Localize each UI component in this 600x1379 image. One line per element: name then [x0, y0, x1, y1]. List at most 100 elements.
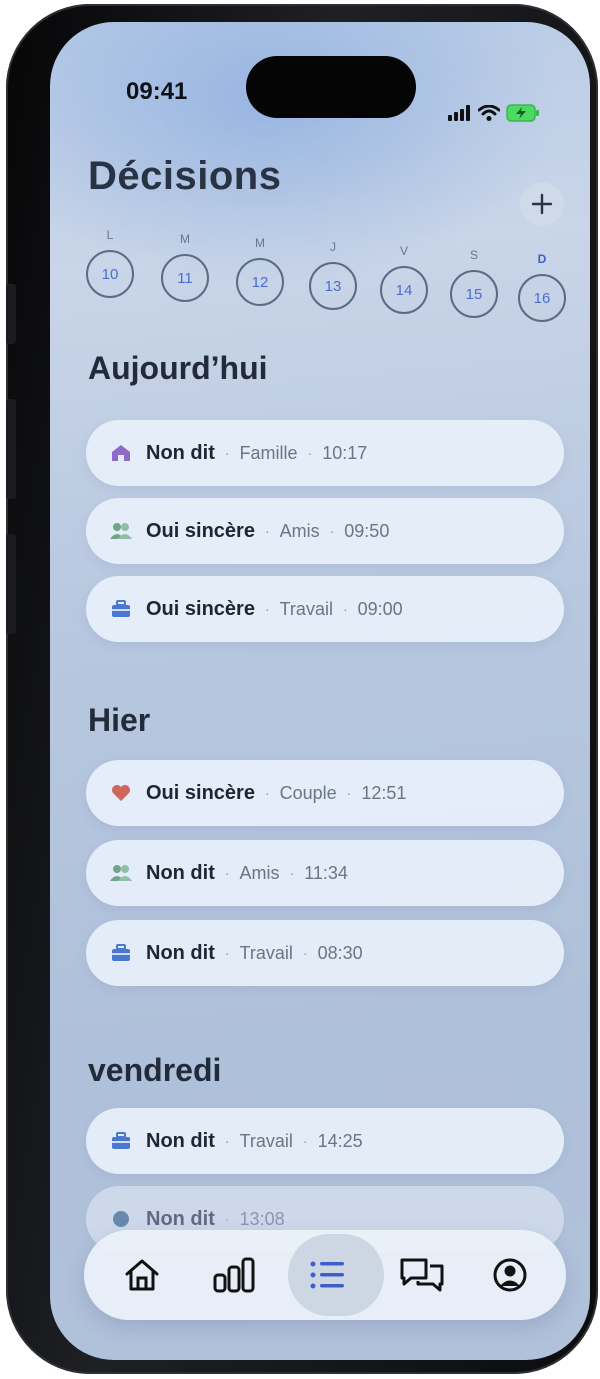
house-icon [110, 442, 132, 464]
separator-dot: · [224, 445, 230, 461]
separator-dot: · [329, 523, 335, 539]
people-icon [110, 520, 132, 542]
plus-icon [531, 193, 553, 215]
briefcase-icon [110, 598, 132, 620]
tab-list[interactable] [280, 1230, 384, 1320]
decision-time: 14:25 [317, 1130, 363, 1151]
briefcase-icon [110, 1130, 132, 1152]
day-number: 16 [518, 274, 566, 322]
status-icons [448, 104, 540, 122]
separator-dot: · [346, 785, 352, 801]
decision-item[interactable]: Non dit · Travail · 08:30 [86, 920, 564, 986]
decision-title: Oui sincère [146, 519, 255, 542]
day-wednesday[interactable]: M 12 [236, 236, 284, 306]
decision-category: Couple [279, 782, 337, 803]
dot-icon [110, 1208, 132, 1230]
tab-stats[interactable] [186, 1230, 282, 1320]
section-title-yesterday: Hier [88, 702, 151, 738]
signal-icon [448, 105, 470, 121]
decision-title: Non dit [146, 441, 215, 464]
tab-bar [84, 1230, 566, 1320]
separator-dot: · [224, 865, 230, 881]
day-label: J [330, 240, 336, 254]
battery-icon [506, 104, 539, 122]
side-button [6, 284, 16, 344]
decision-time: 10:17 [322, 442, 368, 463]
day-label: S [469, 248, 478, 262]
decision-title: Oui sincère [146, 597, 255, 620]
day-number: 11 [161, 254, 209, 302]
separator-dot: · [264, 601, 270, 617]
day-saturday[interactable]: S 15 [450, 248, 498, 318]
add-button[interactable] [520, 182, 564, 226]
side-button [6, 534, 16, 634]
decision-time: 08:30 [317, 942, 363, 963]
decision-time: 09:50 [344, 520, 390, 541]
separator-dot: · [289, 865, 295, 881]
day-number: 13 [309, 262, 357, 310]
decision-title: Non dit [146, 1129, 215, 1152]
separator-dot: · [302, 945, 308, 961]
day-label: L [106, 228, 114, 242]
section-title-today: Aujourd’hui [88, 350, 268, 386]
decision-category: Travail [239, 1130, 293, 1151]
separator-dot: · [224, 1133, 230, 1149]
decision-item[interactable]: Oui sincère · Couple · 12:51 [86, 760, 564, 826]
decision-time: 12:51 [361, 782, 407, 803]
day-label: M [180, 232, 190, 246]
heart-icon [110, 782, 132, 804]
day-thursday[interactable]: J 13 [309, 240, 357, 310]
day-sunday[interactable]: D 16 [518, 252, 566, 322]
day-label: V [399, 244, 408, 258]
home-icon [125, 1259, 159, 1291]
decision-title: Non dit [146, 861, 215, 884]
tab-chat[interactable] [374, 1230, 470, 1320]
separator-dot: · [264, 523, 270, 539]
decision-category: Travail [239, 942, 293, 963]
day-friday[interactable]: V 14 [380, 244, 428, 314]
dynamic-island [246, 56, 416, 118]
tab-home[interactable] [94, 1230, 190, 1320]
day-tuesday[interactable]: M 11 [161, 232, 209, 302]
wifi-icon [478, 105, 500, 121]
separator-dot: · [264, 785, 270, 801]
separator-dot: · [342, 601, 348, 617]
decision-item[interactable]: Non dit · Famille · 10:17 [86, 420, 564, 486]
decision-category: Amis [279, 520, 320, 541]
decision-time: 09:00 [357, 598, 403, 619]
day-label: D [537, 252, 547, 266]
day-monday[interactable]: L 10 [86, 228, 134, 298]
decision-title: Oui sincère [146, 781, 255, 804]
day-number: 14 [380, 266, 428, 314]
decision-title: Non dit [146, 1207, 215, 1230]
chat-icon [400, 1258, 444, 1292]
decision-time: 11:34 [304, 862, 348, 883]
decision-time: 13:08 [239, 1208, 285, 1229]
decision-item[interactable]: Non dit · Amis · 11:34 [86, 840, 564, 906]
people-icon [110, 862, 132, 884]
separator-dot: · [224, 945, 230, 961]
decision-item[interactable]: Oui sincère · Travail · 09:00 [86, 576, 564, 642]
decision-category: Amis [239, 862, 280, 883]
decision-category: Famille [239, 442, 298, 463]
list-icon [310, 1261, 344, 1289]
day-number: 15 [450, 270, 498, 318]
decision-item[interactable]: Non dit · Travail · 14:25 [86, 1108, 564, 1174]
day-number: 12 [236, 258, 284, 306]
day-number: 10 [86, 250, 134, 298]
decision-category: Travail [279, 598, 333, 619]
status-time: 09:41 [126, 78, 188, 105]
separator-dot: · [224, 1211, 230, 1227]
decision-title: Non dit [146, 941, 215, 964]
decision-item[interactable]: Oui sincère · Amis · 09:50 [86, 498, 564, 564]
side-button [6, 399, 16, 499]
tab-profile[interactable] [462, 1230, 558, 1320]
stats-icon [213, 1257, 255, 1293]
separator-dot: · [302, 1133, 308, 1149]
screen: 09:41 Décisions L 10 M 11 M 12 J 13 V 14… [50, 22, 590, 1360]
page-title: Décisions [88, 154, 282, 198]
section-title-friday: vendredi [88, 1052, 222, 1088]
profile-icon [493, 1258, 527, 1292]
day-label: M [255, 236, 265, 250]
briefcase-icon [110, 942, 132, 964]
